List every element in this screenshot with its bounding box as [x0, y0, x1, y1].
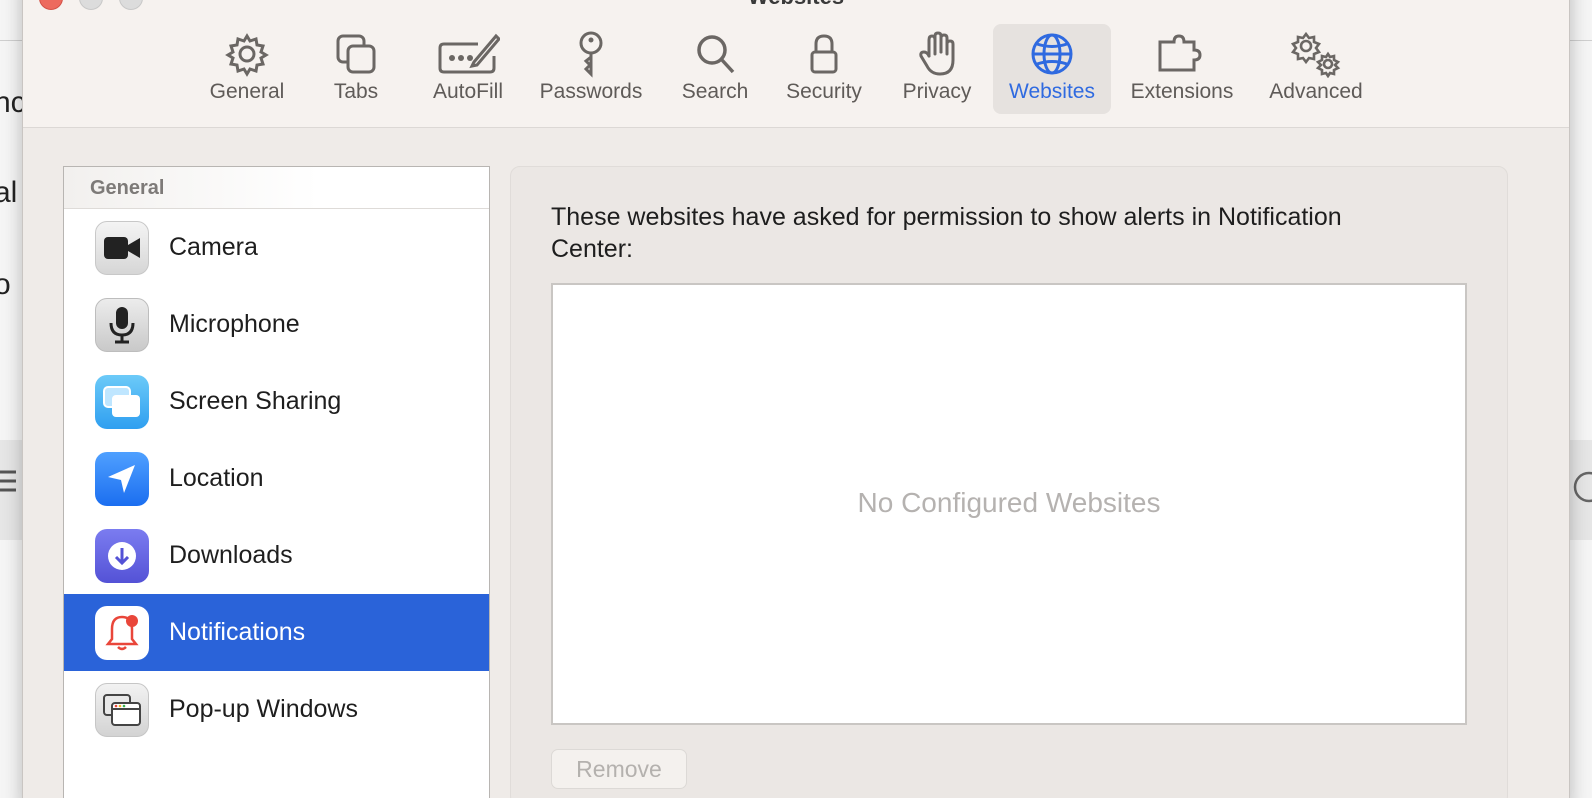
sidebar-item-notifications[interactable]: Notifications [64, 594, 489, 671]
tab-websites[interactable]: Websites [993, 24, 1111, 114]
search-icon [697, 35, 735, 74]
preferences-toolbar: General Tabs AutoFill Passwords Search S… [23, 20, 1569, 116]
tab-advanced[interactable]: Advanced [1261, 24, 1371, 114]
sidebar-section-header: General [64, 167, 489, 209]
globe-icon [1031, 33, 1073, 75]
key-icon [579, 31, 603, 78]
window-title: Websites [23, 0, 1569, 10]
help-icon[interactable] [1572, 470, 1592, 512]
tab-tabs[interactable]: Tabs [321, 24, 391, 114]
sidebar-item-camera[interactable]: Camera [64, 209, 489, 286]
background-text-fragment: o [0, 268, 11, 301]
panel-description: These websites have asked for permission… [551, 203, 1342, 263]
tab-search[interactable]: Search [675, 24, 755, 114]
popup-windows-icon [95, 682, 149, 737]
tab-label: Advanced [1269, 80, 1363, 103]
tab-extensions[interactable]: Extensions [1123, 24, 1241, 114]
tab-label: Security [786, 80, 862, 103]
sidebar-item-label: Microphone [169, 310, 300, 338]
gear-icon [225, 33, 269, 77]
sidebar-item-label: Screen Sharing [169, 387, 342, 415]
websites-list[interactable]: No Configured Websites [551, 283, 1467, 725]
sidebar-item-location[interactable]: Location [64, 440, 489, 517]
empty-state-text: No Configured Websites [857, 487, 1161, 518]
tab-autofill[interactable]: AutoFill [423, 24, 513, 114]
tab-security[interactable]: Security [779, 24, 869, 114]
gears-icon [1290, 31, 1341, 78]
tab-general[interactable]: General [203, 24, 291, 114]
tab-label: Search [681, 80, 749, 103]
tab-label: Tabs [333, 80, 379, 103]
tab-label: Websites [1009, 80, 1095, 103]
tab-label: AutoFill [432, 80, 504, 103]
lock-icon [810, 34, 838, 74]
autofill-icon [438, 33, 500, 74]
background-text-fragment: al [0, 176, 18, 209]
tab-passwords[interactable]: Passwords [531, 24, 651, 114]
sidebar-item-microphone[interactable]: Microphone [64, 286, 489, 363]
sidebar-item-downloads[interactable]: Downloads [64, 517, 489, 594]
puzzle-icon [1158, 34, 1202, 72]
preferences-window: Websites General [22, 0, 1570, 798]
remove-button[interactable]: Remove [551, 749, 687, 789]
sidebar-item-screen-sharing[interactable]: Screen Sharing [64, 363, 489, 440]
notifications-panel: These websites have asked for permission… [510, 166, 1508, 798]
sidebar-item-popup-windows[interactable]: Pop-up Windows [64, 671, 489, 748]
camera-icon [95, 220, 149, 275]
sidebar-item-label: Downloads [169, 541, 293, 569]
sidebar-item-label: Camera [169, 233, 258, 261]
tab-privacy[interactable]: Privacy [895, 24, 979, 114]
screen-sharing-icon [95, 374, 149, 429]
tab-label: Extensions [1130, 80, 1234, 103]
website-settings-sidebar: General Camera Microphone Screen Sharing… [63, 166, 490, 798]
title-bar: Websites General [23, 0, 1569, 128]
notifications-icon [95, 605, 149, 660]
tab-label: Privacy [902, 80, 972, 103]
microphone-icon [95, 297, 149, 352]
tabs-icon [336, 34, 376, 74]
sidebar-item-label: Notifications [169, 618, 306, 646]
tab-label: Passwords [539, 80, 643, 103]
hand-icon [919, 31, 955, 76]
sidebar-item-label: Pop-up Windows [169, 695, 358, 723]
sidebar-item-label: Location [169, 464, 264, 492]
downloads-icon [95, 528, 149, 583]
location-icon [95, 451, 149, 506]
tab-label: General [209, 80, 285, 103]
list-icon [0, 466, 16, 504]
